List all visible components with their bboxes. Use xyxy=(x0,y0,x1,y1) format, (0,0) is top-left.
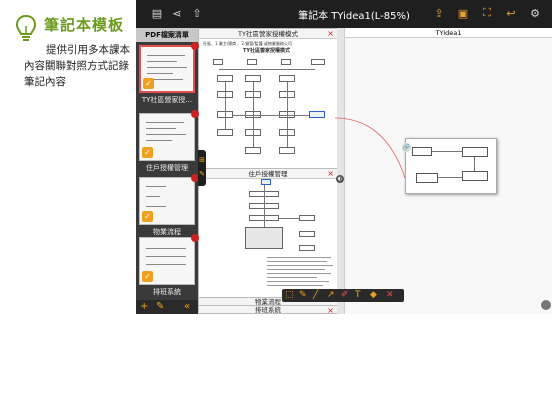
check-icon[interactable]: ✓ xyxy=(142,271,153,282)
hero-line-3: 筆記內容 xyxy=(24,76,66,88)
flow-node xyxy=(245,227,283,249)
note-connector xyxy=(438,177,462,178)
flow-node xyxy=(213,59,223,65)
drawing-toolbar: ⬚ ✎ ╱ ↗ ✐ T ◆ ✕ xyxy=(282,289,404,302)
hero-title: 筆記本模板 xyxy=(44,16,125,34)
hero-section: 筆記本模板 提供引用多本課本 內容關聯對照方式記錄 筆記內容 xyxy=(0,0,135,130)
image-icon[interactable]: ▣ xyxy=(456,6,470,20)
drawer-header: PDF檔案清單 xyxy=(136,28,198,42)
select-icon[interactable]: ⬚ xyxy=(285,290,294,300)
hero-line-1: 提供引用多本課本 xyxy=(46,44,130,56)
check-icon[interactable]: ✓ xyxy=(142,211,153,222)
doc-text-line xyxy=(267,269,325,270)
delete-icon[interactable] xyxy=(191,110,199,118)
pdf-list-drawer: PDF檔案清單 ✓ TY社區營家授... ✓ 住戶授權管理 ✓ 物業流程 ✓ 排… xyxy=(136,28,199,314)
notebook-icon[interactable]: ▤ xyxy=(150,6,164,20)
eraser-icon[interactable]: ◆ xyxy=(370,290,377,300)
note-node xyxy=(416,173,438,183)
pen-icon[interactable]: ✎ xyxy=(299,290,307,300)
pdf-list-item[interactable]: ✓ 物業流程 xyxy=(139,174,199,237)
text-icon[interactable]: T xyxy=(355,290,361,300)
flow-node xyxy=(299,245,315,251)
close-icon[interactable]: × xyxy=(327,306,334,313)
flow-node xyxy=(217,75,233,82)
pdf-item-label: TY社區營家授... xyxy=(141,96,193,104)
lightbulb-icon xyxy=(15,14,37,41)
drawer-handle[interactable]: ⊞ ✎ xyxy=(198,150,206,186)
collapse-icon[interactable]: « xyxy=(184,301,190,312)
pen-handle-icon: ✎ xyxy=(199,170,205,178)
check-icon[interactable]: ✓ xyxy=(142,147,153,158)
fullscreen-icon[interactable]: ⛶ xyxy=(480,6,494,20)
add-icon[interactable]: + xyxy=(140,301,148,312)
edit-icon[interactable]: ✎ xyxy=(156,301,164,312)
link-icon[interactable]: 🔗 xyxy=(402,143,411,152)
window-title: 筆記本 TYidea1(L-85%) xyxy=(298,11,410,22)
delete-icon[interactable] xyxy=(191,42,199,50)
settings-icon[interactable]: ⚙ xyxy=(528,6,542,20)
notebook-pane[interactable]: TYidea1 🔗 xyxy=(334,28,552,314)
note-node xyxy=(412,147,432,156)
zoom-icon[interactable] xyxy=(541,300,551,310)
arrow-icon[interactable]: ↗ xyxy=(327,290,335,300)
delete-icon[interactable] xyxy=(191,234,199,242)
export-icon[interactable]: ⇪ xyxy=(432,6,446,20)
note-node xyxy=(462,147,488,157)
pdf-list-item[interactable]: ✓ TY社區營家授... xyxy=(139,42,199,105)
doc-text-line xyxy=(267,261,327,262)
drawer-toolbar: + ✎ « xyxy=(136,300,198,314)
pdf-pane-schedule[interactable]: 排班系統 × xyxy=(198,305,338,314)
pdf-item-label: 排班系統 xyxy=(153,288,181,296)
doc-text-line xyxy=(267,257,331,258)
doc-text-line xyxy=(267,265,333,266)
pdf-thumbnail[interactable]: ✓ xyxy=(139,177,195,225)
flow-node xyxy=(217,129,233,136)
note-connector xyxy=(432,151,462,152)
back-icon[interactable]: ↩ xyxy=(504,6,518,20)
pdf-item-label: 住戶授權管理 xyxy=(146,164,188,172)
note-node xyxy=(462,171,488,181)
pane-title-text: 排班系統 xyxy=(255,306,281,314)
marker-icon[interactable]: ✐ xyxy=(341,290,349,300)
doc-text-line xyxy=(267,277,317,278)
note-card[interactable]: 🔗 xyxy=(402,138,497,194)
top-bar: ▤ ⋖ ⇧ 筆記本 TYidea1(L-85%) ⇪ ▣ ⛶ ↩ ⚙ xyxy=(136,0,552,28)
app-window: ▤ ⋖ ⇧ 筆記本 TYidea1(L-85%) ⇪ ▣ ⛶ ↩ ⚙ TY社區營… xyxy=(136,0,552,314)
close-toolbar-icon[interactable]: ✕ xyxy=(386,290,394,300)
doc-text-line xyxy=(267,285,323,286)
pdf-thumbnail[interactable]: ✓ xyxy=(139,113,195,161)
line-icon[interactable]: ╱ xyxy=(313,290,318,300)
pdf-list-item[interactable]: ✓ 排班系統 xyxy=(139,234,199,297)
share-icon[interactable]: ⋖ xyxy=(170,6,184,20)
pdf-item-label: 物業流程 xyxy=(153,228,181,236)
flow-node xyxy=(299,231,315,237)
note-connector xyxy=(474,157,475,171)
doc-text-line xyxy=(267,281,329,282)
flow-connector xyxy=(225,82,226,129)
pdf-thumbnail[interactable]: ✓ xyxy=(139,45,195,93)
pdf-thumbnail[interactable]: ✓ xyxy=(139,237,195,285)
pdf-list-item[interactable]: ✓ 住戶授權管理 xyxy=(139,110,199,173)
check-icon[interactable]: ✓ xyxy=(143,78,154,89)
pane-title: 排班系統 × xyxy=(199,306,337,314)
link-curve xyxy=(334,117,406,179)
doc-text-line xyxy=(267,273,331,274)
grid-icon: ⊞ xyxy=(199,156,205,164)
hero-line-2: 內容關聯對照方式記錄 xyxy=(24,60,129,72)
up-arrow-icon[interactable]: ⇧ xyxy=(190,6,204,20)
